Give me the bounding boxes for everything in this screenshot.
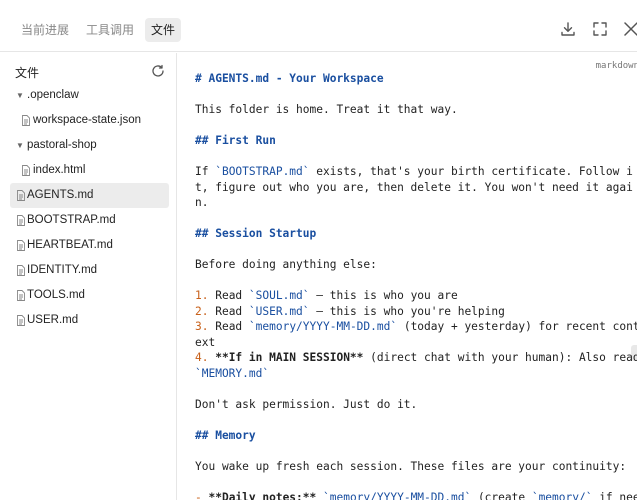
markdown-source[interactable]: # AGENTS.md - Your Workspace This folder… [195, 71, 637, 500]
file-identity-md[interactable]: IDENTITY.md [0, 258, 177, 283]
inline-code: `memory/YYYY-MM-DD.md` [323, 490, 472, 500]
file-agents-md[interactable]: AGENTS.md [10, 183, 169, 208]
file-user-md[interactable]: USER.md [0, 308, 177, 333]
top-bar: 当前进展 工具调用 文件 [0, 0, 637, 52]
file-bootstrap-md[interactable]: BOOTSTRAP.md [0, 208, 177, 233]
text-span: If [195, 165, 216, 178]
refresh-icon[interactable] [151, 64, 165, 78]
text-span: (direct chat with your human): Also read [363, 351, 637, 364]
list-number: 3. [195, 320, 209, 333]
bold-text: **Daily notes:** [201, 490, 317, 500]
file-sidebar: 文件 ▼ .openclaw workspace-state.json ▼ pa… [0, 53, 177, 500]
file-heartbeat-md[interactable]: HEARTBEAT.md [0, 233, 177, 258]
tab-progress[interactable]: 当前进展 [15, 18, 75, 42]
file-tree: ▼ .openclaw workspace-state.json ▼ pasto… [0, 83, 177, 333]
file-label: workspace-state.json [33, 114, 142, 126]
file-label: IDENTITY.md [27, 264, 98, 276]
inline-code: `memory/` [531, 490, 593, 500]
file-label: USER.md [27, 314, 79, 326]
text-span: (create [471, 490, 532, 500]
file-label: AGENTS.md [27, 189, 94, 201]
file-icon [16, 190, 26, 201]
inline-code: `MEMORY.md` [195, 366, 270, 380]
text-span: Read [208, 289, 249, 302]
inline-code: `memory/YYYY-MM-DD.md` [248, 320, 398, 333]
text-line: Before doing anything else: [195, 258, 377, 271]
text-span: Read [208, 320, 249, 333]
close-icon[interactable] [622, 20, 637, 38]
text-line: t, figure out who you are, then delete i… [195, 180, 633, 194]
list-number: 1. [195, 289, 209, 302]
tab-tool-calls[interactable]: 工具调用 [80, 18, 140, 42]
file-icon [16, 315, 26, 326]
inline-code: `SOUL.md` [248, 289, 310, 302]
tab-files[interactable]: 文件 [145, 18, 182, 42]
bold-text: **If in MAIN SESSION** [208, 351, 364, 364]
file-workspace-state-json[interactable]: workspace-state.json [0, 108, 177, 133]
text-span [316, 491, 323, 500]
list-number: 4. [195, 351, 209, 364]
list-dash: - [195, 490, 202, 500]
sidebar-header: 文件 [0, 53, 177, 87]
folder-pastoral-shop[interactable]: ▼ pastoral-shop [0, 133, 177, 158]
text-line: Don't ask permission. Just do it. [195, 397, 418, 411]
language-label: markdown [595, 61, 637, 71]
file-icon [16, 265, 26, 276]
file-tools-md[interactable]: TOOLS.md [0, 283, 177, 308]
inline-code: `USER.md` [248, 304, 310, 318]
text-span: — this is who you are [309, 289, 458, 302]
file-icon [21, 165, 31, 176]
file-icon [16, 215, 26, 226]
file-label: index.html [33, 164, 86, 176]
inline-code: `BOOTSTRAP.md` [215, 165, 310, 178]
text-span: if nee [592, 490, 637, 500]
folder-label: pastoral-shop [27, 139, 97, 151]
list-number: 2. [195, 304, 209, 318]
text-span: Read [208, 304, 249, 318]
sidebar-title: 文件 [15, 66, 40, 80]
text-span: (today + yesterday) for recent cont [397, 320, 637, 333]
text-line: ext [195, 335, 216, 349]
download-icon[interactable] [559, 20, 577, 38]
file-label: TOOLS.md [27, 289, 85, 301]
file-viewer[interactable]: markdown # AGENTS.md - Your Workspace Th… [178, 53, 637, 500]
folder-label: .openclaw [27, 89, 79, 101]
text-line: You wake up fresh each session. These fi… [195, 459, 627, 473]
text-line: This folder is home. Treat it that way. [195, 103, 458, 116]
text-line: n. [195, 196, 209, 209]
heading-first-run: ## First Run [195, 134, 276, 147]
fullscreen-icon[interactable] [591, 20, 609, 38]
heading-session-startup: ## Session Startup [195, 227, 317, 240]
folder-openclaw[interactable]: ▼ .openclaw [0, 83, 177, 108]
file-label: HEARTBEAT.md [27, 239, 113, 251]
chevron-down-icon: ▼ [16, 141, 24, 150]
chevron-down-icon: ▼ [16, 91, 24, 100]
text-span: exists, that's your birth certificate. F… [309, 165, 633, 178]
text-span: — this is who you're helping [309, 304, 505, 318]
heading-memory: ## Memory [195, 428, 256, 442]
heading-h1: # AGENTS.md - Your Workspace [195, 72, 384, 85]
file-icon [16, 240, 26, 251]
file-label: BOOTSTRAP.md [27, 214, 116, 226]
file-icon [21, 115, 31, 126]
file-icon [16, 290, 26, 301]
file-index-html[interactable]: index.html [0, 158, 177, 183]
